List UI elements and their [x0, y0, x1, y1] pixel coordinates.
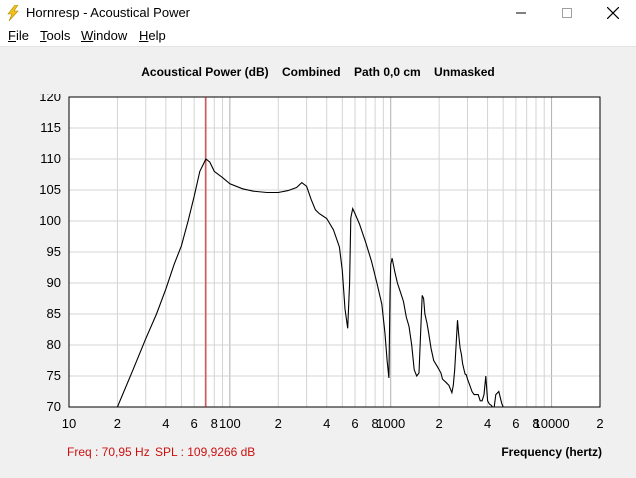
y-tick-label: 90	[47, 275, 61, 290]
x-tick-label: 1000	[376, 416, 405, 431]
x-tick-label: 2	[275, 416, 282, 431]
y-tick-label: 85	[47, 306, 61, 321]
x-tick-label: 2	[436, 416, 443, 431]
y-tick-label: 70	[47, 399, 61, 414]
menu-help[interactable]: Help	[139, 28, 166, 43]
y-tick-label: 105	[39, 182, 61, 197]
y-tick-label: 75	[47, 368, 61, 383]
x-axis-label: Frequency (hertz)	[501, 445, 602, 459]
x-tick-label: 4	[162, 416, 169, 431]
menu-window[interactable]: Window	[81, 28, 127, 43]
acoustical-power-plot[interactable]: 12011511010510095908580757010 2 4 6 8 100 2 4 6 8…	[0, 94, 636, 434]
y-tick-label: 100	[39, 213, 61, 228]
chart-title: Acoustical Power (dB) Combined Path 0,0 …	[0, 65, 636, 79]
maximize-icon	[562, 8, 572, 18]
y-tick-label: 80	[47, 337, 61, 352]
chart-path: Path 0,0 cm	[353, 65, 421, 79]
x-tick-label: 6	[351, 416, 358, 431]
x-tick-label: 4	[484, 416, 491, 431]
minimize-button[interactable]	[498, 0, 544, 26]
x-tick-label: 2	[114, 416, 121, 431]
y-tick-label: 95	[47, 244, 61, 259]
close-icon	[607, 7, 619, 19]
minimize-icon	[516, 12, 526, 14]
close-button[interactable]	[590, 0, 636, 26]
x-tick-label: 10	[62, 416, 76, 431]
chart-mode: Combined	[281, 65, 341, 79]
y-tick-label: 115	[40, 120, 61, 135]
x-tick-label: 8	[211, 416, 218, 431]
title-bar[interactable]: Hornresp - Acoustical Power	[0, 0, 636, 26]
chart-quantity: Acoustical Power (dB)	[141, 65, 269, 79]
maximize-button[interactable]	[544, 0, 590, 26]
x-tick-label: 100	[219, 416, 241, 431]
lightning-bolt-icon	[7, 5, 19, 21]
y-tick-label: 120	[39, 94, 61, 104]
x-tick-label: 6	[512, 416, 519, 431]
menu-tools[interactable]: Tools	[40, 28, 70, 43]
x-tick-label: 4	[323, 416, 330, 431]
menu-bar: File Tools Window Help	[0, 26, 636, 47]
window-title: Hornresp - Acoustical Power	[26, 5, 191, 20]
x-tick-label: 6	[191, 416, 198, 431]
freq-readout: Freq : 70,95 Hz	[67, 445, 150, 459]
chart-area[interactable]: Acoustical Power (dB) Combined Path 0,0 …	[0, 47, 636, 478]
chart-mask: Unmasked	[434, 65, 495, 79]
spl-readout: SPL : 109,9266 dB	[155, 445, 256, 459]
x-tick-label: 2	[596, 416, 603, 431]
menu-file[interactable]: File	[8, 28, 29, 43]
x-tick-label: 10000	[533, 416, 569, 431]
y-tick-label: 110	[40, 151, 61, 166]
